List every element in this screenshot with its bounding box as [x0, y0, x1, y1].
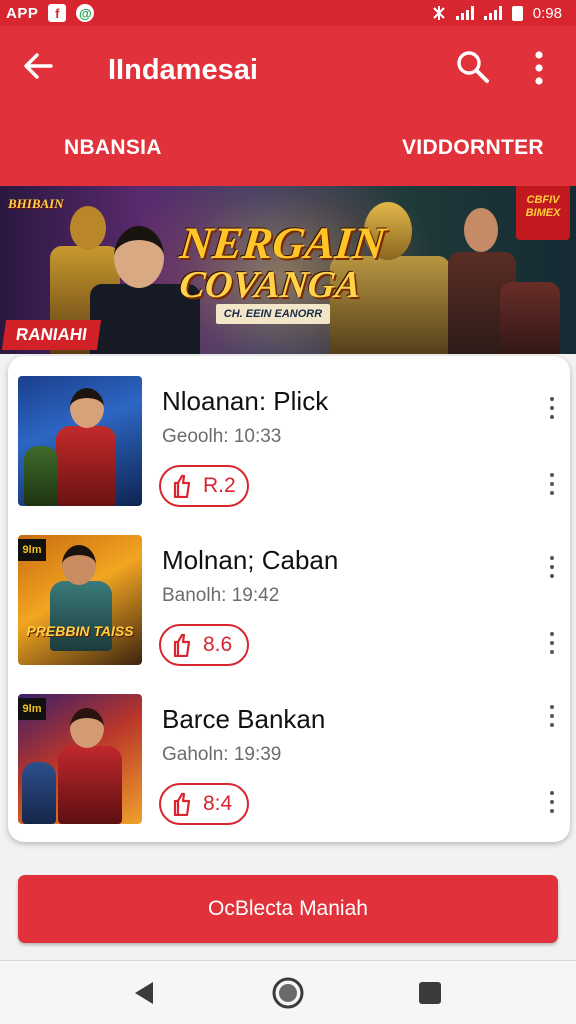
- item-more-button[interactable]: [542, 388, 562, 428]
- banner-man-head: [114, 226, 164, 288]
- battery-icon: [511, 5, 523, 21]
- game-thumbnail: [18, 376, 142, 506]
- tab-nbansia[interactable]: NBANSIA: [64, 136, 162, 160]
- more-options-button[interactable]: [522, 48, 556, 88]
- banner-corner-logo: BHIBAIN: [8, 196, 64, 211]
- score-value: R.2: [203, 474, 236, 497]
- score-button[interactable]: 8.6: [159, 624, 249, 666]
- score-value: 8.6: [203, 633, 233, 656]
- thumb-figure-head: [70, 388, 104, 428]
- status-right: 0:98: [432, 5, 562, 22]
- thumb-figure: [50, 581, 112, 651]
- banner-subtitle: CH. EEIN EANORR: [216, 304, 330, 324]
- search-icon: [457, 51, 489, 83]
- thumb-caption: PREBBIN TAISS: [26, 623, 134, 639]
- score-button[interactable]: 8:4: [159, 783, 249, 825]
- alarm-icon: [433, 6, 445, 20]
- thumbs-up-icon: [173, 474, 191, 498]
- tab-viddornter[interactable]: VIDDORNTER: [402, 136, 544, 160]
- thumb-figure-head: [62, 545, 96, 585]
- banner-soldier-2: [500, 282, 560, 354]
- square-recents-icon: [419, 982, 441, 1004]
- triangle-back-icon: [135, 982, 153, 1004]
- thumbs-up-icon: [173, 633, 191, 657]
- item-title: Molnan; Caban: [162, 545, 339, 575]
- banner-brand-logo: CBFIV BIMEX: [516, 186, 570, 240]
- app-bar: IIndamesai: [0, 26, 576, 116]
- banner-hero-left-head: [70, 206, 106, 250]
- item-more-button-2[interactable]: [542, 623, 562, 663]
- banner-tag: RANIAHI: [1, 320, 101, 350]
- thumb-figure-2: [24, 446, 58, 506]
- item-time: Gaholn: 19:39: [162, 744, 282, 765]
- page-title: IIndamesai: [108, 54, 258, 86]
- back-button[interactable]: [20, 48, 56, 84]
- nav-home-button[interactable]: [272, 977, 304, 1009]
- thumb-figure: [56, 426, 116, 506]
- notification-app-icon-2: @: [76, 4, 95, 22]
- list-item[interactable]: 9lm Barce Bankan Gaholn: 19:39 8:4: [8, 674, 570, 834]
- signal-icon: [455, 6, 474, 20]
- nav-recents-button[interactable]: [414, 977, 446, 1009]
- game-list: Nloanan: Plick Geoolh: 10:33 R.2 9lm PRE…: [8, 356, 570, 842]
- game-thumbnail: 9lm: [18, 694, 142, 824]
- item-more-button[interactable]: [542, 547, 562, 587]
- banner-title-line-1: NERGAIN: [177, 218, 388, 268]
- banner-title-line-2: COVANGA: [177, 264, 363, 306]
- item-more-button[interactable]: [542, 696, 562, 736]
- item-more-button-2[interactable]: [542, 782, 562, 822]
- thumb-badge: 9lm: [18, 698, 46, 720]
- thumb-figure: [58, 746, 122, 824]
- game-thumbnail: 9lm PREBBIN TAISS: [18, 535, 142, 665]
- item-time: Geoolh: 10:33: [162, 426, 282, 447]
- item-more-button-2[interactable]: [542, 464, 562, 504]
- system-nav-bar: [0, 961, 576, 1024]
- status-time: 0:98: [532, 4, 562, 22]
- signal-icon-2: [483, 6, 502, 20]
- list-item[interactable]: Nloanan: Plick Geoolh: 10:33 R.2: [8, 356, 570, 516]
- status-bar: APP f @ 0:98: [0, 0, 576, 26]
- more-vertical-icon: [535, 51, 543, 85]
- search-button[interactable]: [454, 48, 492, 86]
- thumb-badge: 9lm: [18, 539, 46, 561]
- arrow-left-icon: [24, 53, 53, 79]
- thumb-figure-head: [70, 708, 104, 748]
- nav-back-button[interactable]: [128, 977, 160, 1009]
- thumb-figure-2: [22, 762, 56, 824]
- banner-title: NERGAIN COVANGA: [174, 218, 388, 306]
- item-title: Nloanan: Plick: [162, 386, 329, 416]
- item-time: Banolh: 19:42: [162, 585, 280, 606]
- promo-banner[interactable]: NERGAIN COVANGA CH. EEIN EANORR BHIBAIN …: [0, 186, 576, 354]
- tab-bar: NBANSIA VIDDORNTER: [0, 116, 576, 186]
- thumbs-up-icon: [173, 792, 191, 816]
- circle-home-icon: [272, 977, 304, 1009]
- status-left: APP f @: [6, 4, 95, 22]
- status-app-label: APP: [6, 4, 39, 22]
- primary-action-button[interactable]: OcBlecta Maniah: [18, 875, 558, 943]
- banner-soldier-head: [464, 208, 498, 252]
- notification-app-icon: f: [48, 4, 67, 22]
- score-button[interactable]: R.2: [159, 465, 249, 507]
- list-item[interactable]: 9lm PREBBIN TAISS Molnan; Caban Banolh: …: [8, 515, 570, 675]
- score-value: 8:4: [203, 792, 233, 815]
- item-title: Barce Bankan: [162, 704, 326, 734]
